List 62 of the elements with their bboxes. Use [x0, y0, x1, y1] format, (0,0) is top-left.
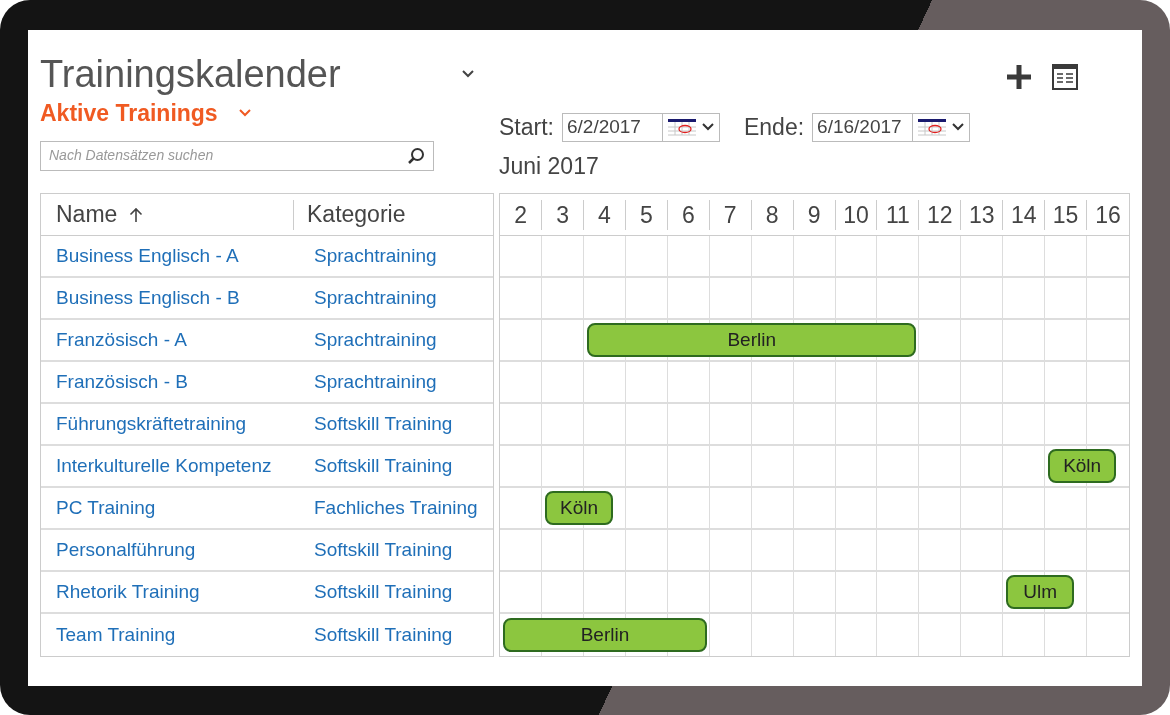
day-header: 3	[542, 199, 584, 230]
category-link[interactable]: Softskill Training	[294, 535, 494, 565]
training-name-link[interactable]: Business Englisch - B	[41, 283, 294, 313]
day-header: 11	[877, 199, 920, 230]
category-link[interactable]: Fachliches Training	[294, 493, 494, 523]
training-name-link[interactable]: Führungskräftetraining	[41, 409, 294, 439]
plus-icon[interactable]	[1006, 64, 1032, 90]
date-label: Ende:	[743, 113, 805, 142]
chevron-icon[interactable]	[700, 122, 715, 133]
calendar-icon[interactable]	[666, 118, 697, 137]
training-name-link[interactable]: Personalführung	[41, 535, 294, 565]
category-link[interactable]: Sprachtraining	[294, 241, 494, 271]
training-name-link[interactable]: Interkulturelle Kompetenz	[41, 451, 294, 481]
category-link[interactable]: Sprachtraining	[294, 283, 494, 313]
category-link[interactable]: Sprachtraining	[294, 367, 494, 397]
category-link[interactable]: Softskill Training	[294, 409, 494, 439]
calendar-icon[interactable]	[917, 118, 948, 137]
search-input[interactable]: Nach Datensätzen suchen	[49, 145, 407, 166]
day-header: 10	[835, 199, 878, 230]
day-header: 8	[751, 199, 794, 230]
day-header: 15	[1045, 199, 1088, 230]
training-name-link[interactable]: Französisch - A	[41, 325, 294, 355]
chevron-icon[interactable]	[461, 69, 475, 79]
day-header: 16	[1094, 200, 1122, 230]
month-label: Juni 2017	[499, 151, 600, 181]
booking-bar[interactable]: Köln	[1048, 449, 1117, 483]
app-title: Trainingskalender	[40, 52, 341, 97]
day-header: 5	[625, 199, 668, 230]
day-header: 14	[1003, 199, 1046, 230]
category-link[interactable]: Softskill Training	[294, 577, 494, 607]
booking-bar[interactable]: Berlin	[587, 323, 917, 357]
chevron-icon[interactable]	[951, 122, 966, 133]
training-name-link[interactable]: Team Training	[41, 620, 294, 650]
day-header: 12	[919, 199, 962, 230]
date-value: 6/2/2017	[562, 113, 663, 141]
search-field[interactable]: Nach Datensätzen suchen	[40, 140, 434, 171]
booking-bar[interactable]: Berlin	[503, 618, 707, 652]
category-link[interactable]: Softskill Training	[294, 451, 494, 481]
date-label: Start:	[499, 113, 554, 142]
column-header[interactable]: Name	[56, 197, 118, 232]
booking-bar[interactable]: Köln	[545, 491, 614, 525]
sort-up-arrow-icon[interactable]	[129, 206, 144, 223]
day-header: 7	[709, 199, 752, 230]
list-view-icon[interactable]	[1052, 64, 1078, 90]
column-header[interactable]: Kategorie	[307, 197, 406, 232]
training-name-link[interactable]: Französisch - B	[41, 367, 294, 397]
day-header: 6	[667, 199, 710, 230]
category-link[interactable]: Softskill Training	[294, 620, 494, 650]
day-header: 9	[793, 199, 836, 230]
date-value: 6/16/2017	[813, 113, 914, 141]
category-link[interactable]: Sprachtraining	[294, 325, 494, 355]
training-name-link[interactable]: Business Englisch - A	[41, 241, 294, 271]
date-picker[interactable]: 6/16/2017	[812, 112, 971, 142]
training-name-link[interactable]: Rhetorik Training	[41, 577, 294, 607]
booking-bar[interactable]: Ulm	[1006, 575, 1075, 609]
day-header: 4	[584, 199, 626, 230]
search-icon[interactable]	[407, 146, 425, 165]
date-picker[interactable]: 6/2/2017	[561, 112, 720, 142]
view-selector[interactable]: Aktive Trainings	[40, 96, 218, 131]
day-header: 2	[500, 199, 543, 230]
training-name-link[interactable]: PC Training	[41, 493, 294, 523]
day-header: 13	[961, 199, 1004, 230]
